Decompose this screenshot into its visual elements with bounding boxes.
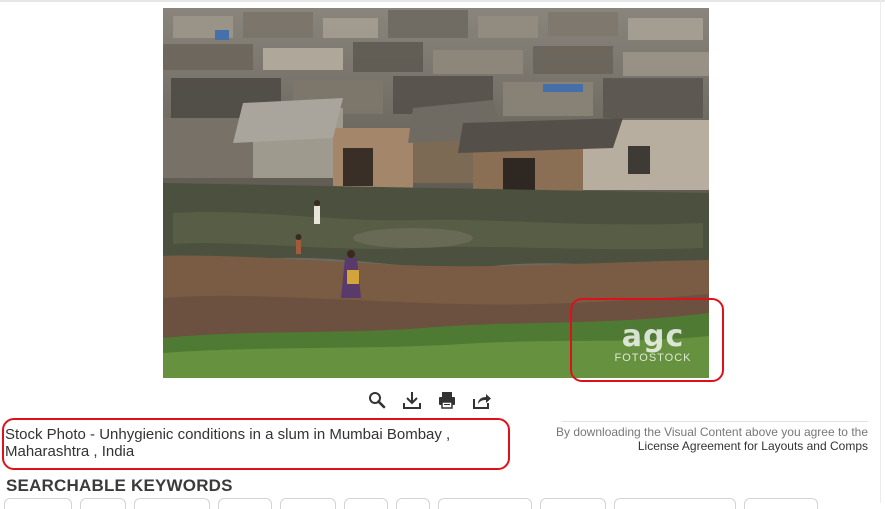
searchable-keywords-heading: SEARCHABLE KEYWORDS [6,476,233,495]
license-line-1: By downloading the Visual Content above … [556,425,868,439]
print-icon[interactable] [436,389,458,411]
keyword-chip[interactable] [614,498,736,509]
license-notice: By downloading the Visual Content above … [520,425,868,453]
share-icon[interactable] [471,389,493,411]
keyword-chip[interactable] [396,498,430,509]
keyword-chip-row [4,498,818,509]
license-divider [562,421,868,422]
download-icon[interactable] [401,389,423,411]
license-agreement-link[interactable]: License Agreement for Layouts and Comps [520,439,868,453]
keyword-chip[interactable] [134,498,210,509]
logo-highlight-annotation [570,298,724,382]
image-toolbar [366,389,493,411]
caption-highlight-annotation [2,418,510,470]
keyword-chip[interactable] [280,498,336,509]
keyword-chip[interactable] [540,498,606,509]
top-border [0,0,885,2]
keyword-chip[interactable] [744,498,818,509]
search-icon[interactable] [366,389,388,411]
keyword-chip[interactable] [344,498,388,509]
right-border [880,0,881,503]
keyword-chip[interactable] [80,498,126,509]
keyword-chip[interactable] [4,498,72,509]
keyword-chip[interactable] [438,498,532,509]
keyword-chip[interactable] [218,498,272,509]
